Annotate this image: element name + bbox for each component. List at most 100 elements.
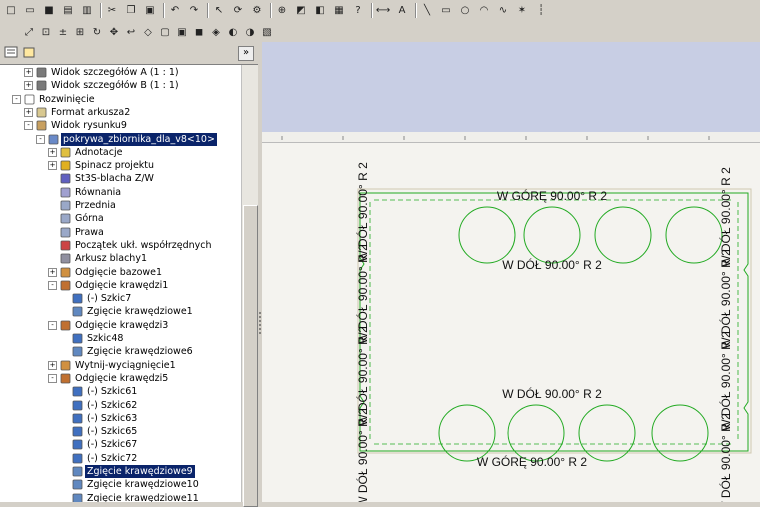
expand-icon[interactable]: +: [24, 107, 33, 117]
tree-item[interactable]: Zgięcie krawędziowe11: [0, 492, 240, 502]
collapse-icon[interactable]: -: [12, 94, 21, 104]
arc-icon[interactable]: ◠: [477, 3, 491, 17]
options-icon[interactable]: ⚙: [250, 3, 264, 17]
tangent-edges-icon[interactable]: ▧: [260, 25, 274, 39]
tree-item[interactable]: (-) Szkic63: [0, 412, 240, 425]
print-preview-icon[interactable]: ▥: [80, 3, 94, 17]
tree-item[interactable]: Górna: [0, 212, 240, 225]
undo-icon[interactable]: ↶: [168, 3, 182, 17]
wireframe-icon[interactable]: ▢: [158, 25, 172, 39]
tree-item[interactable]: (-) Szkic72: [0, 452, 240, 465]
cut-icon[interactable]: ✂: [105, 3, 119, 17]
tree-item[interactable]: Prawa: [0, 226, 240, 239]
standard-views-icon[interactable]: ◇: [141, 25, 155, 39]
tree-item[interactable]: - Rozwinięcie: [0, 93, 240, 106]
collapse-icon[interactable]: -: [48, 320, 57, 330]
grid-icon[interactable]: ▦: [332, 3, 346, 17]
tree-item[interactable]: - Odgięcie krawędzi1: [0, 279, 240, 292]
paste-icon[interactable]: ▣: [143, 3, 157, 17]
tree-item[interactable]: - Widok rysunku9: [0, 119, 240, 132]
sketch-icon: [72, 453, 83, 464]
rebuild-icon[interactable]: ⟳: [231, 3, 245, 17]
tree-item[interactable]: (-) Szkic61: [0, 385, 240, 398]
line-icon[interactable]: ╲: [420, 3, 434, 17]
feature-manager-tab[interactable]: [4, 46, 19, 59]
expand-icon[interactable]: +: [48, 360, 57, 370]
redo-icon[interactable]: ↷: [187, 3, 201, 17]
tree-item[interactable]: Przednia: [0, 199, 240, 212]
centerline-icon[interactable]: ┆: [534, 3, 548, 17]
spline-icon[interactable]: ∿: [496, 3, 510, 17]
tree-item[interactable]: (-) Szkic65: [0, 425, 240, 438]
bend-note: W DÓŁ 90.00° R 2: [502, 386, 602, 401]
tree-item[interactable]: + Widok szczegółów B (1 : 1): [0, 79, 240, 92]
tree-item[interactable]: (-) Szkic67: [0, 438, 240, 451]
tree-item[interactable]: Szkic48: [0, 332, 240, 345]
tree-item[interactable]: + Wytnij-wyciągnięcie1: [0, 359, 240, 372]
previous-view-icon[interactable]: ↩: [124, 25, 138, 39]
smart-dimension-icon[interactable]: ⟷: [376, 3, 390, 17]
scrollbar-thumb[interactable]: [243, 205, 258, 507]
expand-icon[interactable]: +: [48, 147, 57, 157]
tree-item[interactable]: + Format arkusza2: [0, 106, 240, 119]
tree-item[interactable]: + Adnotacje: [0, 146, 240, 159]
hidden-lines-icon[interactable]: ▣: [175, 25, 189, 39]
display-icon[interactable]: ◧: [313, 3, 327, 17]
section-view-icon[interactable]: ◐: [226, 25, 240, 39]
tree-item[interactable]: Zgięcie krawędziowe10: [0, 478, 240, 491]
collapse-icon[interactable]: -: [24, 121, 33, 131]
zoom-selection-icon[interactable]: ⊞: [73, 25, 87, 39]
zoom-icon[interactable]: ⊕: [275, 3, 289, 17]
tree-item[interactable]: Zgięcie krawędziowe6: [0, 345, 240, 358]
select-icon[interactable]: ↖: [212, 3, 226, 17]
expand-icon[interactable]: +: [24, 81, 33, 91]
expand-icon[interactable]: +: [48, 267, 57, 277]
tree-item[interactable]: - Odgięcie krawędzi5: [0, 372, 240, 385]
tree-item[interactable]: + Spinacz projektu: [0, 159, 240, 172]
tree-item-label: (-) Szkic72: [87, 452, 138, 464]
annotation-icon[interactable]: A: [395, 3, 409, 17]
perspective-icon[interactable]: ◈: [209, 25, 223, 39]
tree-item[interactable]: (-) Szkic62: [0, 399, 240, 412]
zoom-area-icon[interactable]: ⊡: [39, 25, 53, 39]
save-icon[interactable]: ■: [42, 3, 56, 17]
tree-item[interactable]: + Widok szczegółów A (1 : 1): [0, 66, 240, 79]
zoom-in-out-icon[interactable]: ±: [56, 25, 70, 39]
shadows-icon[interactable]: ◑: [243, 25, 257, 39]
tree-item[interactable]: Zgięcie krawędziowe1: [0, 305, 240, 318]
copy-icon[interactable]: ❐: [124, 3, 138, 17]
collapse-icon[interactable]: -: [48, 280, 57, 290]
tree-item[interactable]: - Odgięcie krawędzi3: [0, 319, 240, 332]
rectangle-icon[interactable]: ▭: [439, 3, 453, 17]
hole-circle: [665, 206, 723, 264]
shaded-icon[interactable]: ◼: [192, 25, 206, 39]
open-icon[interactable]: ▭: [23, 3, 37, 17]
tree-item[interactable]: - pokrywa_zbiornika_dla_v8<10>: [0, 132, 240, 146]
tree-item[interactable]: Początek ukł. współrzędnych: [0, 239, 240, 252]
expand-icon[interactable]: +: [24, 68, 33, 77]
expand-icon[interactable]: +: [48, 161, 57, 171]
graphics-area[interactable]: W GÓRĘ 90.00° R 2 W DÓŁ 90.00° R 2 W DÓŁ 9…: [262, 42, 760, 502]
point-icon[interactable]: ✶: [515, 3, 529, 17]
zoom-to-fit-icon[interactable]: ⤢: [22, 25, 36, 39]
tree-item[interactable]: Równania: [0, 186, 240, 199]
collapse-icon[interactable]: -: [48, 373, 57, 383]
tree-item[interactable]: + Odgięcie bazowe1: [0, 266, 240, 279]
part-outline[interactable]: [359, 192, 749, 452]
pan-icon[interactable]: ✥: [107, 25, 121, 39]
tree-item[interactable]: St3S-blacha Z/W: [0, 172, 240, 185]
collapse-icon[interactable]: -: [36, 134, 45, 144]
print-icon[interactable]: ▤: [61, 3, 75, 17]
tree-item[interactable]: Arkusz blachy1: [0, 252, 240, 265]
help-icon[interactable]: ?: [351, 3, 365, 17]
tree-scrollbar[interactable]: [241, 65, 258, 507]
flat-pattern-drawing[interactable]: W GÓRĘ 90.00° R 2 W DÓŁ 90.00° R 2 W DÓŁ 9…: [262, 42, 760, 502]
rotate-icon[interactable]: ↻: [90, 25, 104, 39]
new-icon[interactable]: □: [4, 3, 18, 17]
property-manager-tab[interactable]: [22, 46, 37, 59]
circle-icon[interactable]: ○: [458, 3, 472, 17]
view-orientation-icon[interactable]: ◩: [294, 3, 308, 17]
tree-item[interactable]: Zgięcie krawędziowe9: [0, 465, 240, 478]
expand-panel-button[interactable]: »: [238, 46, 254, 61]
tree-item[interactable]: (-) Szkic7: [0, 292, 240, 305]
